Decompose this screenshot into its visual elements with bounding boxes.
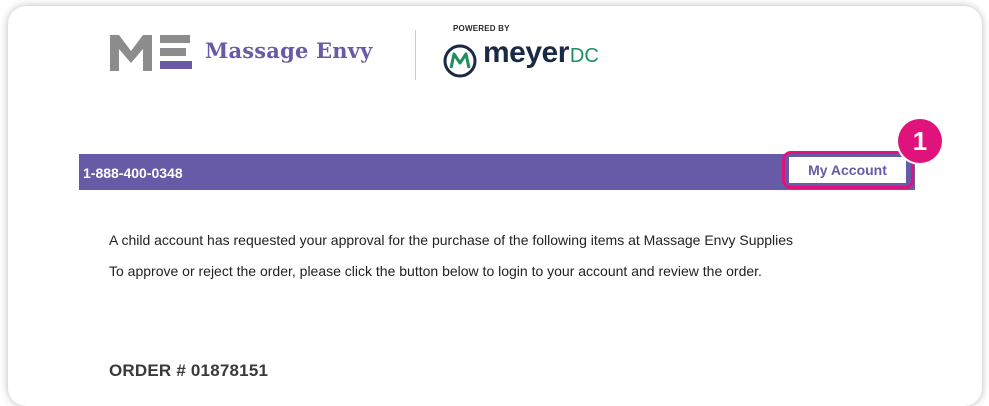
phone-number[interactable]: 1-888-400-0348 (83, 165, 183, 181)
email-body: A child account has requested your appro… (109, 232, 829, 294)
partner-word: meyer (483, 36, 569, 69)
my-account-button[interactable]: My Account (789, 157, 906, 183)
logo-divider (415, 30, 416, 80)
order-number: ORDER # 01878151 (109, 361, 269, 380)
approval-request-text: A child account has requested your appro… (109, 232, 794, 248)
massage-envy-me-mark-icon (110, 35, 192, 71)
meyerdc-m-icon (443, 44, 477, 78)
instructions-text: To approve or reject the order, please c… (109, 263, 762, 279)
brand-name: Massage Envy (205, 38, 373, 63)
account-highlight: My Account (782, 151, 914, 189)
logo-header: Massage Envy POWERED BY meyerDC (110, 22, 710, 86)
partner-suffix: DC (569, 45, 599, 67)
partner-logo-text: meyerDC (483, 38, 599, 68)
step-number-badge: 1 (898, 119, 942, 163)
header-bar: 1-888-400-0348 My Account (79, 151, 915, 190)
powered-by-label: POWERED BY (453, 24, 510, 33)
